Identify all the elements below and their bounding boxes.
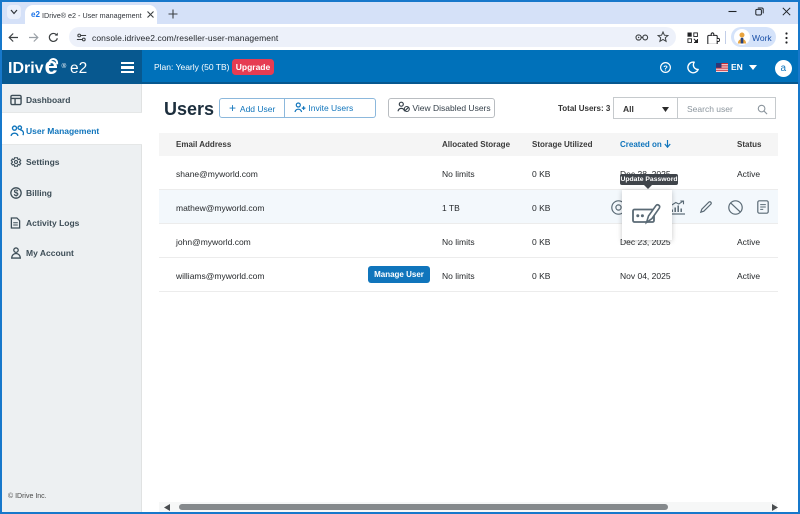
svg-text:$: $ — [14, 188, 19, 198]
svg-text:?: ? — [663, 63, 668, 72]
